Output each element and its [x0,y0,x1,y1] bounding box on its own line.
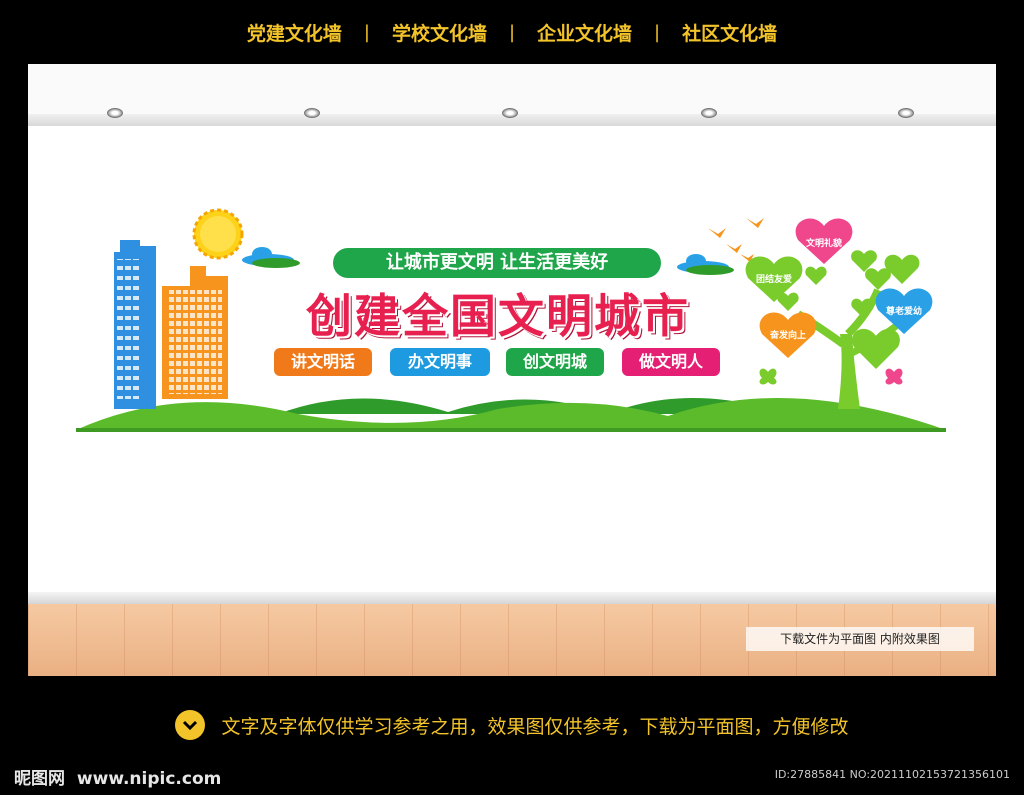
building-orange [162,266,228,399]
preview-note: 下载文件为平面图 内附效果图 [746,627,974,651]
sun-icon [192,208,244,260]
footer-notice-bar: 文字及字体仅供学习参考之用，效果图仅供参考，下载为平面图，方便修改 [0,700,1024,750]
heart-label: 文明礼貌 [805,237,842,249]
heart-badge: 奋发向上 [759,312,817,358]
top-nav: 党建文化墙 | 学校文化墙 | 企业文化墙 | 社区文化墙 [0,0,1024,64]
building-blue [114,240,156,409]
main-title: 创建全国文明城市 [306,289,690,343]
tag-speak: 讲文明话 [274,348,372,376]
chevron-down-icon [175,710,206,740]
cloud-icon [677,254,734,275]
site-logo: 昵图网 www.nipic.com [14,764,221,789]
heart-label: 尊老爱幼 [886,305,922,317]
tag-be: 做文明人 [622,348,720,376]
nav-item-community[interactable]: 社区文化墙 [682,19,777,46]
cloud-icon [242,247,300,268]
heart-badge: 文明礼貌 [795,218,853,264]
logo-cn: 昵图网 [14,769,65,789]
tag-act: 办文明事 [390,348,490,376]
logo-url: www.nipic.com [76,769,222,789]
image-id: ID:27885841 NO:20211102153721356101 [774,768,1010,781]
nav-item-enterprise[interactable]: 企业文化墙 [537,19,632,46]
butterfly-icon [759,368,903,385]
nav-separator: | [654,21,661,43]
nav-separator: | [508,21,516,43]
tag-create: 创文明城 [506,348,604,376]
nav-separator: | [363,21,370,43]
footer-notice-text: 文字及字体仅供学习参考之用，效果图仅供参考，下载为平面图，方便修改 [221,715,849,738]
birds-icon [708,218,764,262]
heart-badge: 尊老爱幼 [875,288,933,334]
wall-baseboard [28,592,996,604]
room-mockup: 文明礼貌 团结友爱 尊老爱幼 奋发向上 让城市更文明 让生活更美好 创建全国文明… [28,64,996,676]
nav-item-school[interactable]: 学校文化墙 [392,19,487,46]
grass-edge [76,428,946,432]
slogan-pill: 让城市更文明 让生活更美好 [333,248,661,278]
heart-label: 奋发向上 [769,329,806,341]
nav-item-party[interactable]: 党建文化墙 [247,19,342,46]
